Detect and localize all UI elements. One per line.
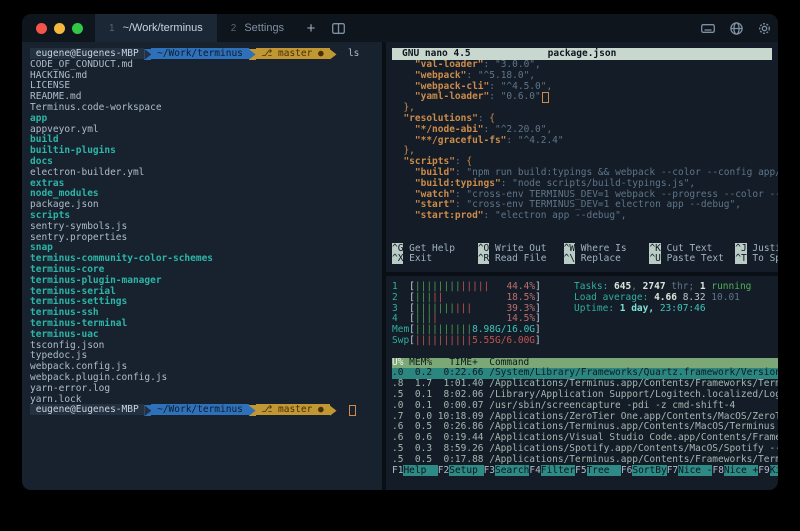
line: sentry.properties — [30, 233, 382, 244]
htop-summary: 1 [||||||||||||| 44.4%]2 [||||| 18.5%]3 … — [392, 282, 778, 347]
line: "**/graceful-fs": "^4.2.4" — [392, 136, 778, 147]
htop-process-table: U% MEM% TIME+ Command.0 0.2 0:22.66 /Sys… — [392, 347, 778, 466]
new-tab-button[interactable]: + — [298, 14, 324, 42]
line — [392, 222, 778, 233]
nano-pane[interactable]: GNU nano 4.5 package.json "val-loader": … — [386, 42, 778, 272]
line: builtin-plugins — [30, 146, 382, 157]
line: Swp[||||||||||5.55G/6.00G] — [392, 336, 778, 347]
gear-icon[interactable] — [750, 14, 778, 42]
minimize-button[interactable] — [54, 23, 65, 34]
titlebar: 1 ~/Work/terminus 2 Settings + — [22, 14, 778, 42]
line: electron-builder.yml — [30, 168, 382, 179]
globe-icon[interactable] — [722, 14, 750, 42]
line: Uptime: 1 day, 23:07:46 — [574, 304, 751, 315]
shell-output: eugene@Eugenes-MBP ~/Work/terminus ⎇ mas… — [30, 49, 382, 416]
line: "yaml-loader": "0.6.0" — [392, 92, 778, 103]
line: package.json — [30, 200, 382, 211]
nano-shortcut-bar: ^G Get Help ^O Write Out ^W Where Is ^K … — [392, 244, 778, 266]
shell-pane[interactable]: eugene@Eugenes-MBP ~/Work/terminus ⎇ mas… — [22, 42, 382, 490]
line: LICENSE — [30, 81, 382, 92]
line: eugene@Eugenes-MBP ~/Work/terminus ⎇ mas… — [30, 405, 382, 416]
line: appveyor.yml — [30, 125, 382, 136]
tab-index: 2 — [231, 23, 237, 34]
line: "start:prod": "electron app --debug", — [392, 211, 778, 222]
close-button[interactable] — [36, 23, 47, 34]
nano-titlebar: GNU nano 4.5 package.json — [392, 48, 772, 60]
line: F1Help F2Setup F3SearchF4FilterF5Tree F6… — [392, 466, 778, 477]
nano-buffer: "val-loader": "3.0.0", "webpack": "^5.18… — [392, 60, 778, 233]
line: ^X Exit ^R Read File ^\ Replace ^U Paste… — [392, 254, 778, 265]
htop-fkey-bar[interactable]: F1Help F2Setup F3SearchF4FilterF5Tree F6… — [392, 466, 778, 477]
keyboard-icon[interactable] — [694, 14, 722, 42]
tab-work-terminus[interactable]: 1 ~/Work/terminus — [95, 14, 217, 42]
htop-pane[interactable]: 1 [||||||||||||| 44.4%]2 [||||| 18.5%]3 … — [386, 276, 778, 490]
tab-label: Settings — [244, 22, 284, 34]
desktop: 1 ~/Work/terminus 2 Settings + — [0, 0, 800, 531]
tab-content: eugene@Eugenes-MBP ~/Work/terminus ⎇ mas… — [22, 42, 778, 490]
split-pane-icon[interactable] — [324, 14, 352, 42]
right-split: GNU nano 4.5 package.json "val-loader": … — [386, 42, 778, 490]
line: Terminus.code-workspace — [30, 103, 382, 114]
tab-index: 1 — [109, 23, 115, 34]
traffic-lights — [22, 14, 95, 42]
tab-settings[interactable]: 2 Settings — [217, 14, 298, 42]
line: HACKING.md — [30, 71, 382, 82]
nano-filename: package.json — [392, 48, 772, 60]
line: yarn-error.log — [30, 384, 382, 395]
maximize-button[interactable] — [72, 23, 83, 34]
terminal-window: 1 ~/Work/terminus 2 Settings + — [22, 14, 778, 490]
htop-info: Tasks: 645, 2747 thr; 1 runningLoad aver… — [574, 282, 751, 314]
tab-label: ~/Work/terminus — [123, 22, 203, 34]
